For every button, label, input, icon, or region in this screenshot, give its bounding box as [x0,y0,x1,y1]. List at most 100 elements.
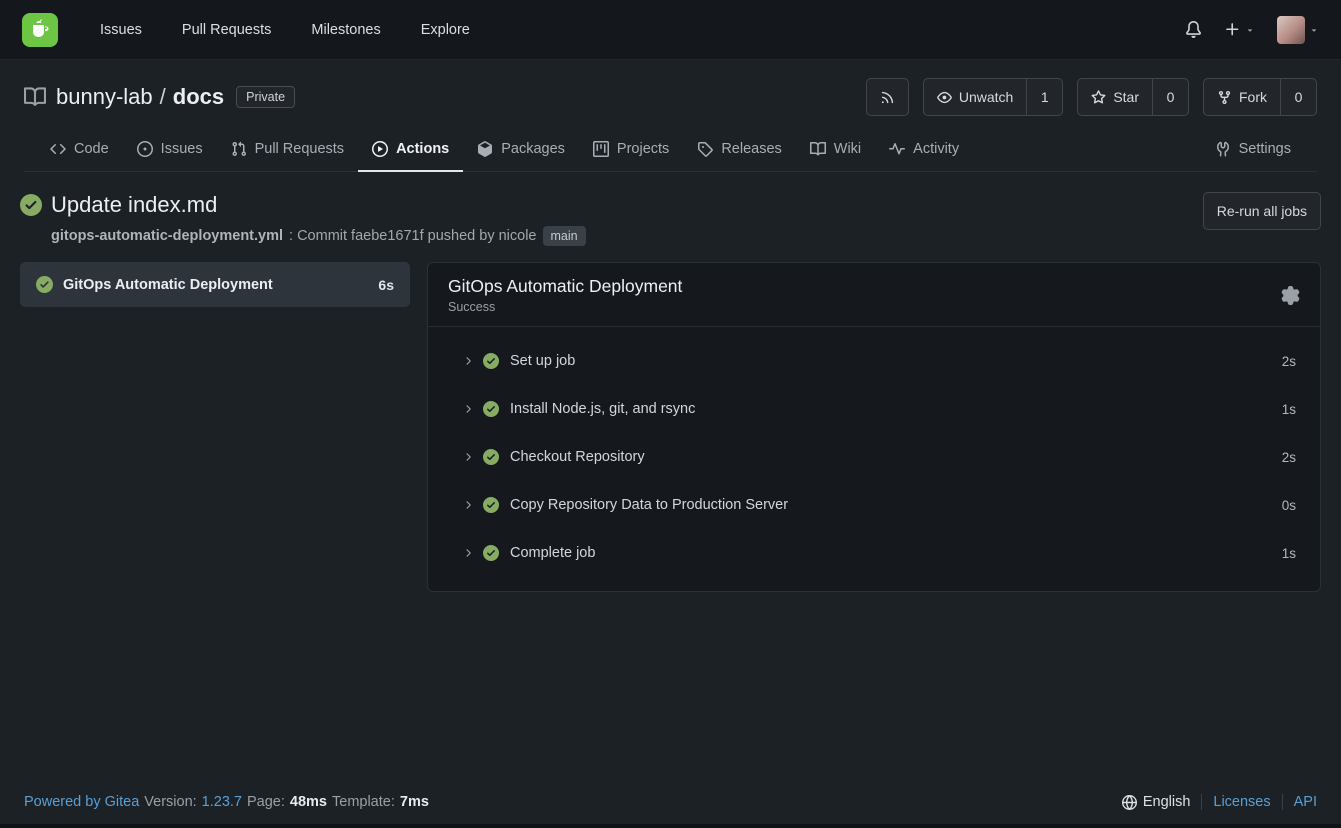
repo-tabs: Code Issues Pull Requests Actions Packag… [24,128,1317,172]
tab-pull-requests[interactable]: Pull Requests [217,128,358,172]
repo-owner-link[interactable]: bunny-lab [56,84,153,110]
notifications-bell-icon[interactable] [1185,21,1202,38]
tab-issues[interactable]: Issues [123,128,217,172]
run-title: Update index.md [51,192,217,218]
job-status-text: Success [448,300,682,314]
chevron-down-icon [1309,25,1319,35]
tab-releases[interactable]: Releases [683,128,795,172]
plus-icon [1224,21,1241,38]
step-row[interactable]: Complete job 1s [428,529,1320,577]
star-button-group: Star 0 [1077,78,1189,116]
user-menu[interactable] [1277,16,1319,44]
step-success-check-icon [483,545,499,561]
tab-actions[interactable]: Actions [358,128,463,172]
footer-divider [1201,794,1202,810]
step-row[interactable]: Checkout Repository 2s [428,433,1320,481]
gitea-cup-icon [28,18,52,42]
page-time-value: 48ms [290,794,327,810]
run-header: Update index.md gitops-automatic-deploym… [20,192,1321,246]
job-panel-title: GitOps Automatic Deployment [448,276,682,297]
version-link[interactable]: 1.23.7 [202,794,242,810]
watch-button-group: Unwatch 1 [923,78,1063,116]
eye-icon [937,90,952,105]
repo-separator: / [160,84,166,110]
nav-links: Issues Pull Requests Milestones Explore [84,14,486,46]
repo-action-buttons: Unwatch 1 Star 0 Fork 0 [866,78,1317,116]
run-header-left: Update index.md gitops-automatic-deploym… [20,192,586,246]
powered-by-gitea-link[interactable]: Powered by Gitea [24,794,139,810]
unwatch-button[interactable]: Unwatch [923,78,1027,116]
tab-code[interactable]: Code [36,128,123,172]
template-time-value: 7ms [400,794,429,810]
rss-button[interactable] [866,78,909,116]
private-badge: Private [236,86,295,108]
step-row[interactable]: Install Node.js, git, and rsync 1s [428,385,1320,433]
tab-label: Packages [501,141,565,157]
step-success-check-icon [483,497,499,513]
chevron-right-icon [462,499,474,511]
tab-label: Actions [396,141,449,157]
repo-title-row: bunny-lab / docs Private Unwatch 1 Star [24,78,1317,116]
chevron-right-icon [462,403,474,415]
step-name: Install Node.js, git, and rsync [510,401,695,417]
rerun-all-jobs-label: Re-run all jobs [1217,203,1307,219]
nav-right [1185,16,1319,44]
fork-button-group: Fork 0 [1203,78,1317,116]
job-detail-panel: GitOps Automatic Deployment Success Set … [427,262,1321,592]
step-row[interactable]: Copy Repository Data to Production Serve… [428,481,1320,529]
tools-icon [1215,141,1231,157]
job-options-gear-icon[interactable] [1281,286,1300,305]
actions-run-view: Update index.md gitops-automatic-deploym… [0,172,1341,782]
forks-count[interactable]: 0 [1281,78,1317,116]
nav-item-pull-requests[interactable]: Pull Requests [166,14,287,46]
footer-left: Powered by Gitea Version: 1.23.7 Page: 4… [24,794,429,810]
issue-icon [137,141,153,157]
job-list-item[interactable]: GitOps Automatic Deployment 6s [20,262,410,307]
branch-badge[interactable]: main [543,226,586,246]
pulse-icon [889,141,905,157]
tab-wiki[interactable]: Wiki [796,128,875,172]
play-icon [372,141,388,157]
create-new-button[interactable] [1224,21,1255,38]
tab-label: Activity [913,141,959,157]
star-button[interactable]: Star [1077,78,1153,116]
footer: Powered by Gitea Version: 1.23.7 Page: 4… [0,782,1341,828]
step-name: Copy Repository Data to Production Serve… [510,497,788,513]
api-link[interactable]: API [1294,794,1317,810]
step-success-check-icon [483,449,499,465]
footer-divider [1282,794,1283,810]
rerun-all-jobs-button[interactable]: Re-run all jobs [1203,192,1321,230]
step-name: Set up job [510,353,575,369]
nav-item-issues[interactable]: Issues [84,14,158,46]
nav-item-milestones[interactable]: Milestones [295,14,396,46]
avatar [1277,16,1305,44]
tag-icon [697,141,713,157]
step-row[interactable]: Set up job 2s [428,337,1320,385]
code-icon [50,141,66,157]
stars-count[interactable]: 0 [1153,78,1189,116]
pull-request-icon [231,141,247,157]
tab-label: Projects [617,141,669,157]
fork-icon [1217,90,1232,105]
gitea-logo[interactable] [22,13,58,47]
language-label: English [1143,794,1191,810]
tab-label: Wiki [834,141,861,157]
footer-right: English Licenses API [1122,794,1317,810]
job-name: GitOps Automatic Deployment [63,277,368,293]
tab-projects[interactable]: Projects [579,128,683,172]
tab-packages[interactable]: Packages [463,128,579,172]
workflow-file-link[interactable]: gitops-automatic-deployment.yml [51,228,283,244]
tab-label: Releases [721,141,781,157]
language-selector[interactable]: English [1122,794,1191,810]
licenses-link[interactable]: Licenses [1213,794,1270,810]
repo-name-link[interactable]: docs [173,84,224,110]
nav-item-explore[interactable]: Explore [405,14,486,46]
template-time-label: Template: [332,794,395,810]
watchers-count[interactable]: 1 [1027,78,1063,116]
fork-button[interactable]: Fork [1203,78,1281,116]
book-icon [810,141,826,157]
tab-settings[interactable]: Settings [1201,128,1305,172]
project-icon [593,141,609,157]
tab-activity[interactable]: Activity [875,128,973,172]
chevron-down-icon [1245,25,1255,35]
